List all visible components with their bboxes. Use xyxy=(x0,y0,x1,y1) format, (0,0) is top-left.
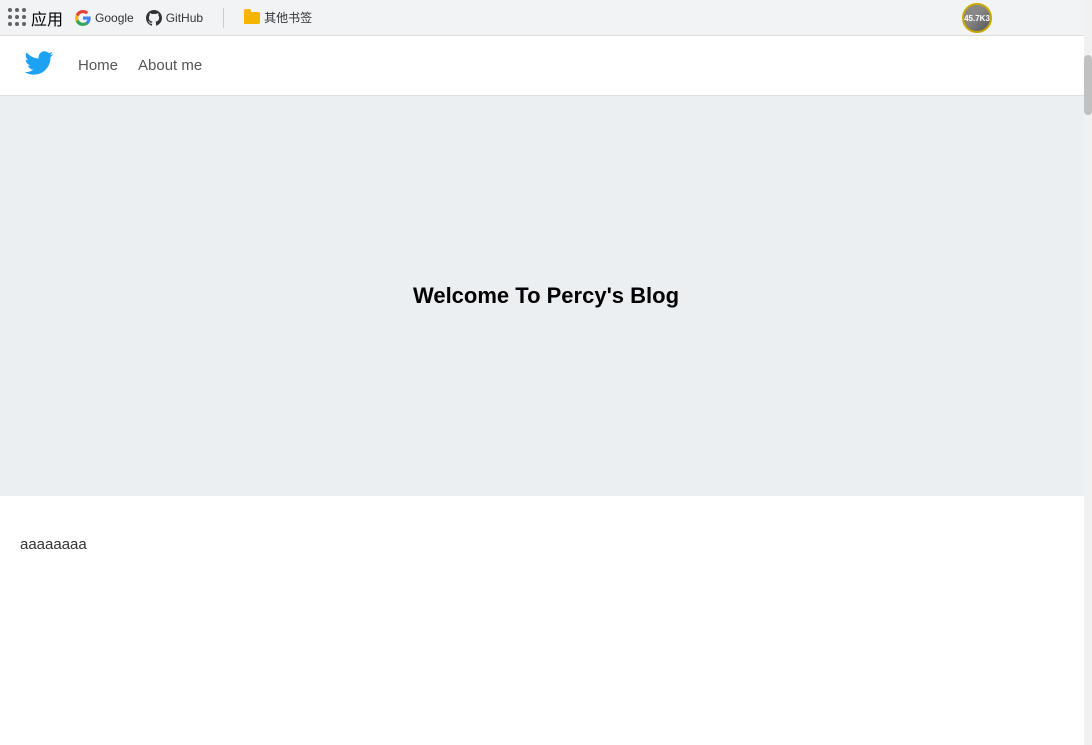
nav-links: Home About me xyxy=(78,57,202,74)
hero-section: Welcome To Percy's Blog xyxy=(0,96,1092,496)
browser-toolbar: 应用 Google GitHub 其他书签 xyxy=(0,0,1092,36)
home-nav-link[interactable]: Home xyxy=(78,57,118,74)
github-bookmark[interactable]: GitHub xyxy=(146,10,203,26)
google-icon xyxy=(75,10,91,26)
scrollbar-thumb[interactable] xyxy=(1084,55,1092,115)
about-nav-link[interactable]: About me xyxy=(138,57,202,74)
github-icon xyxy=(146,10,162,26)
twitter-bird-icon xyxy=(24,51,54,75)
hero-title: Welcome To Percy's Blog xyxy=(413,283,679,309)
content-text: aaaaaaaa xyxy=(20,536,1072,553)
google-bookmark[interactable]: Google xyxy=(75,10,134,26)
google-label: Google xyxy=(95,11,134,25)
widget-circle: 45.7K3 xyxy=(962,3,992,33)
apps-grid-icon xyxy=(8,8,27,27)
top-right-widget: 45.7K3 xyxy=(962,0,992,36)
other-bookmarks-label: 其他书签 xyxy=(264,9,312,26)
scrollbar-track[interactable] xyxy=(1084,0,1092,745)
folder-icon xyxy=(244,12,260,24)
main-content: aaaaaaaa xyxy=(0,496,1092,696)
github-label: GitHub xyxy=(166,11,203,25)
other-bookmarks[interactable]: 其他书签 xyxy=(244,9,312,26)
widget-text: 45.7K3 xyxy=(964,14,990,23)
apps-button[interactable]: 应用 xyxy=(8,6,63,30)
bookmarks-divider xyxy=(223,8,224,28)
apps-label: 应用 xyxy=(31,6,63,30)
bookmarks-bar: 应用 Google GitHub 其他书签 xyxy=(8,6,1084,30)
navbar: Home About me xyxy=(0,36,1092,96)
twitter-logo[interactable] xyxy=(24,50,54,82)
